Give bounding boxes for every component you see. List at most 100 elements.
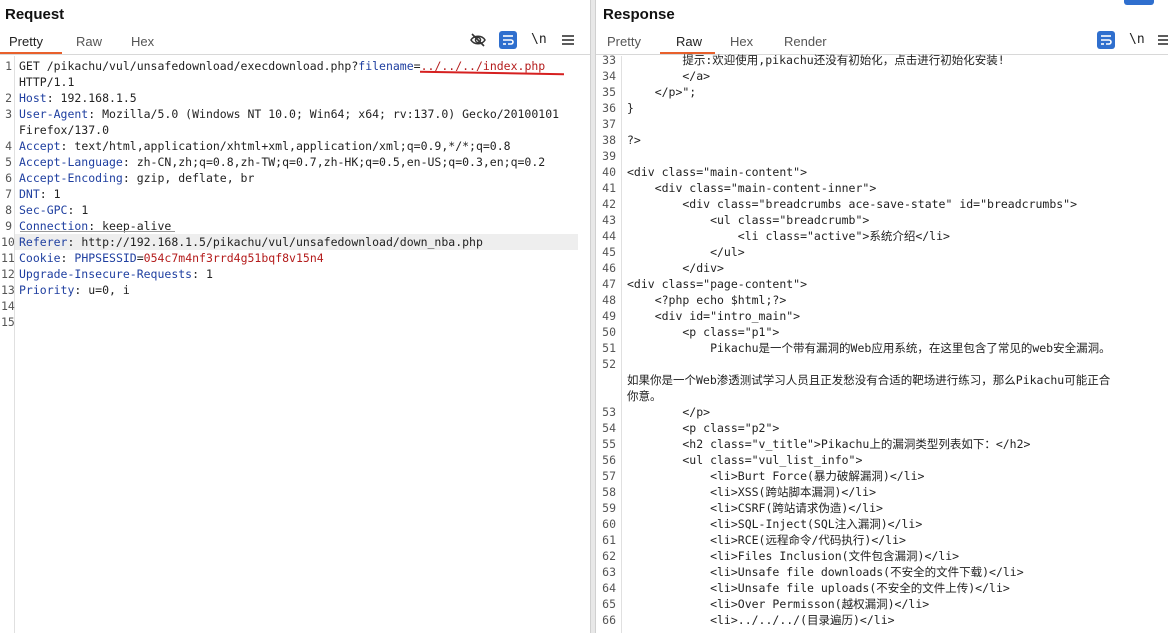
- line-number: 62: [602, 549, 616, 563]
- response-line[interactable]: 40 <div class="main-content">: [596, 164, 1168, 180]
- response-line[interactable]: 45 </ul>: [596, 244, 1168, 260]
- request-line[interactable]: 14: [1, 298, 578, 314]
- line-content: Accept: text/html,application/xhtml+xml,…: [19, 139, 511, 153]
- line-number: 36: [602, 101, 616, 115]
- response-line[interactable]: 37: [596, 116, 1168, 132]
- line-content: </a>: [627, 69, 711, 83]
- request-line[interactable]: 6 Accept-Encoding: gzip, deflate, br: [5, 170, 578, 186]
- response-line[interactable]: 39: [596, 148, 1168, 164]
- line-content: Cookie: PHPSESSID=054c7m4nf3rrd4g51bqf8v…: [19, 251, 324, 265]
- response-line[interactable]: 如果你是一个Web渗透测试学习人员且正发愁没有合适的靶场进行练习，那么Pikac…: [596, 372, 1168, 388]
- line-content: Priority: u=0, i: [19, 283, 130, 297]
- response-line[interactable]: 33 提示:欢迎使用,pikachu还没有初始化，点击进行初始化安装!: [596, 52, 1168, 68]
- tab-raw[interactable]: Raw: [76, 34, 102, 49]
- request-line[interactable]: 8 Sec-GPC: 1: [5, 202, 578, 218]
- request-line[interactable]: 10 Referer: http://192.168.1.5/pikachu/vu…: [1, 234, 578, 250]
- request-line[interactable]: 11 Cookie: PHPSESSID=054c7m4nf3rrd4g51bqf…: [1, 250, 578, 266]
- response-line[interactable]: 59 <li>CSRF(跨站请求伪造)</li>: [596, 500, 1168, 516]
- response-line[interactable]: 41 <div class="main-content-inner">: [596, 180, 1168, 196]
- response-line[interactable]: 62 <li>Files Inclusion(文件包含漏洞)</li>: [596, 548, 1168, 564]
- request-editor[interactable]: 1 GET /pikachu/vul/unsafedownload/execdow…: [0, 56, 590, 633]
- response-line[interactable]: 48 <?php echo $html;?>: [596, 292, 1168, 308]
- line-content: Upgrade-Insecure-Requests: 1: [19, 267, 213, 281]
- response-line[interactable]: 60 <li>SQL-Inject(SQL注入漏洞)</li>: [596, 516, 1168, 532]
- response-line[interactable]: 66 <li>../../../(目录遍历)</li>: [596, 612, 1168, 628]
- line-number: 45: [602, 245, 616, 259]
- response-editor[interactable]: 33 提示:欢迎使用,pikachu还没有初始化，点击进行初始化安装! 34 </…: [596, 53, 1168, 633]
- request-panel: Request Pretty Raw Hex \n 1 GET /pikachu/…: [0, 0, 590, 633]
- response-line[interactable]: 65 <li>Over Permisson(越权漏洞)</li>: [596, 596, 1168, 612]
- line-content: </ul>: [627, 245, 745, 259]
- response-line[interactable]: 64 <li>Unsafe file uploads(不安全的文件上传)</li…: [596, 580, 1168, 596]
- wrap-icon[interactable]: [1097, 31, 1115, 49]
- response-line[interactable]: 36}: [596, 100, 1168, 116]
- eye-slash-icon[interactable]: [469, 31, 487, 49]
- line-content: Pikachu是一个带有漏洞的Web应用系统，在这里包含了常见的web安全漏洞。: [627, 341, 1111, 355]
- response-line[interactable]: 38 ?>: [596, 132, 1168, 148]
- line-number: 55: [602, 437, 616, 451]
- response-line[interactable]: 61 <li>RCE(远程命令/代码执行)</li>: [596, 532, 1168, 548]
- response-line[interactable]: 46 </div>: [596, 260, 1168, 276]
- response-line[interactable]: 52: [596, 356, 1168, 372]
- line-number: 11: [1, 251, 15, 265]
- response-line[interactable]: 57 <li>Burt Force(暴力破解漏洞)</li>: [596, 468, 1168, 484]
- request-line[interactable]: Firefox/137.0: [15, 122, 578, 138]
- response-line[interactable]: 51 Pikachu是一个带有漏洞的Web应用系统，在这里包含了常见的web安全…: [596, 340, 1168, 356]
- line-content: <div id="intro_main">: [627, 309, 801, 323]
- request-line[interactable]: 3 User-Agent: Mozilla/5.0 (Windows NT 10.…: [5, 106, 578, 122]
- line-content: <li>Files Inclusion(文件包含漏洞)</li>: [627, 549, 960, 563]
- line-content: 提示:欢迎使用,pikachu还没有初始化，点击进行初始化安装!: [627, 53, 1005, 67]
- menu-icon[interactable]: [1157, 31, 1168, 49]
- line-number: 34: [602, 69, 616, 83]
- tab-raw[interactable]: Raw: [676, 34, 702, 49]
- request-line[interactable]: 12 Upgrade-Insecure-Requests: 1: [1, 266, 578, 282]
- request-line[interactable]: 7 DNT: 1: [5, 186, 578, 202]
- response-line[interactable]: 55 <h2 class="v_title">Pikachu上的漏洞类型列表如下…: [596, 436, 1168, 452]
- tab-render[interactable]: Render: [784, 34, 827, 49]
- response-line[interactable]: 56 <ul class="vul_list_info">: [596, 452, 1168, 468]
- newline-icon[interactable]: \n: [531, 31, 549, 49]
- line-content: DNT: 1: [19, 187, 61, 201]
- response-line[interactable]: 58 <li>XSS(跨站脚本漏洞)</li>: [596, 484, 1168, 500]
- request-line[interactable]: 5 Accept-Language: zh-CN,zh;q=0.8,zh-TW;q…: [5, 154, 578, 170]
- response-line[interactable]: 35 </p>";: [596, 84, 1168, 100]
- tab-hex[interactable]: Hex: [131, 34, 154, 49]
- request-line[interactable]: 4 Accept: text/html,application/xhtml+xml…: [5, 138, 578, 154]
- wrap-icon[interactable]: [499, 31, 517, 49]
- line-content: HTTP/1.1: [19, 75, 75, 89]
- line-content: <p class="p1">: [627, 325, 780, 339]
- menu-icon[interactable]: [561, 31, 579, 49]
- tab-pretty[interactable]: Pretty: [607, 34, 641, 49]
- line-content: <li>Unsafe file uploads(不安全的文件上传)</li>: [627, 581, 1010, 595]
- line-content: </p>";: [627, 85, 697, 99]
- line-number: 41: [602, 181, 616, 195]
- response-line[interactable]: 43 <ul class="breadcrumb">: [596, 212, 1168, 228]
- line-content: <li>../../../(目录遍历)</li>: [627, 613, 895, 627]
- scroll-indicator: [1124, 0, 1154, 5]
- line-number: 14: [1, 299, 15, 313]
- tab-pretty[interactable]: Pretty: [9, 34, 43, 49]
- request-line[interactable]: 15: [1, 314, 578, 330]
- response-line[interactable]: 49 <div id="intro_main">: [596, 308, 1168, 324]
- response-line[interactable]: 53 </p>: [596, 404, 1168, 420]
- response-line[interactable]: 47 <div class="page-content">: [596, 276, 1168, 292]
- line-content: <li>CSRF(跨站请求伪造)</li>: [627, 501, 883, 515]
- line-number: 46: [602, 261, 616, 275]
- line-number: 54: [602, 421, 616, 435]
- line-content: <li>XSS(跨站脚本漏洞)</li>: [627, 485, 877, 499]
- line-number: 44: [602, 229, 616, 243]
- request-line[interactable]: HTTP/1.1: [15, 74, 578, 90]
- request-line[interactable]: 2 Host: 192.168.1.5: [5, 90, 578, 106]
- line-number: 2: [5, 91, 12, 105]
- response-line[interactable]: 50 <p class="p1">: [596, 324, 1168, 340]
- line-number: 51: [602, 341, 616, 355]
- response-line[interactable]: 42 <div class="breadcrumbs ace-save-stat…: [596, 196, 1168, 212]
- response-line[interactable]: 63 <li>Unsafe file downloads(不安全的文件下载)</…: [596, 564, 1168, 580]
- request-line[interactable]: 13 Priority: u=0, i: [1, 282, 578, 298]
- response-line[interactable]: 34 </a>: [596, 68, 1168, 84]
- response-line[interactable]: 44 <li class="active">系统介绍</li>: [596, 228, 1168, 244]
- newline-icon[interactable]: \n: [1129, 31, 1147, 49]
- response-line[interactable]: 54 <p class="p2">: [596, 420, 1168, 436]
- tab-hex[interactable]: Hex: [730, 34, 753, 49]
- response-line[interactable]: 你意。: [596, 388, 1168, 404]
